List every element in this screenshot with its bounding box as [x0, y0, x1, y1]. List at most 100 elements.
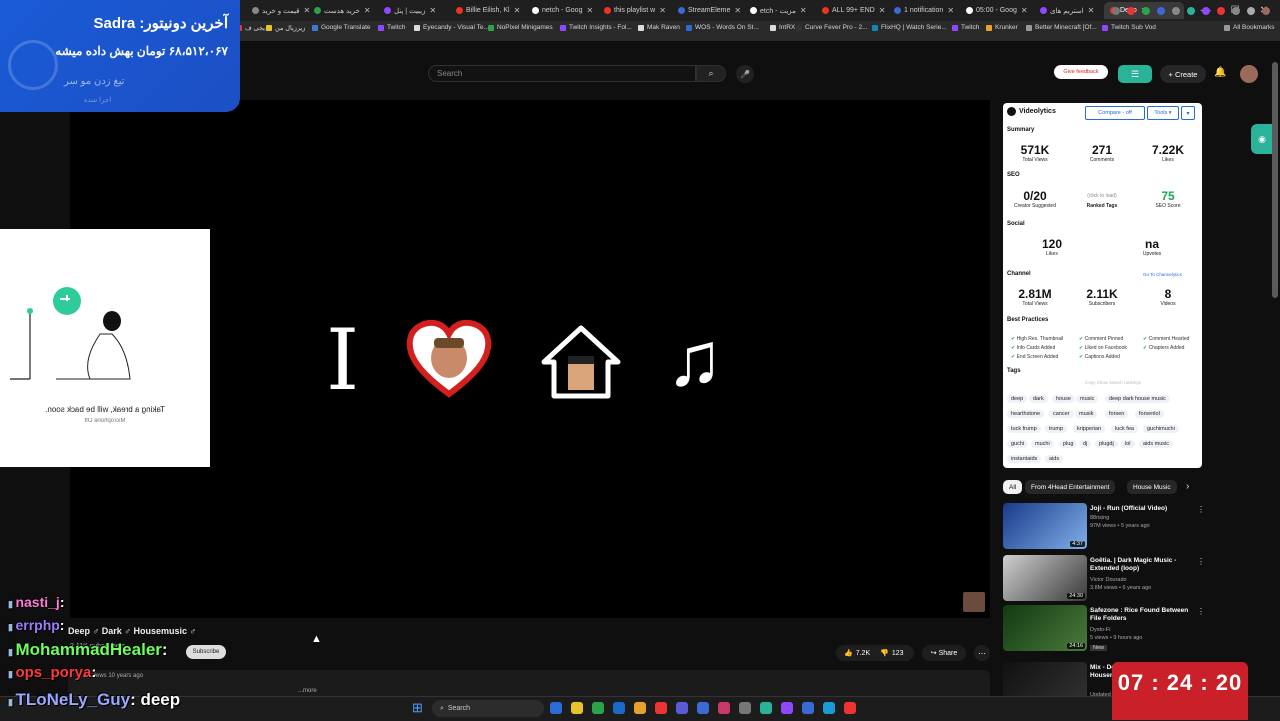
browser-tab[interactable]: استریم های ✕: [1034, 2, 1108, 19]
tag-chip[interactable]: house: [1052, 395, 1075, 403]
bookmark-item[interactable]: Krunker: [986, 24, 1018, 31]
tag-chip[interactable]: aids: [1045, 455, 1064, 463]
bookmark-item[interactable]: Twitch Insights - Fol...: [560, 24, 632, 31]
filter-chip[interactable]: All: [1003, 480, 1023, 494]
give-feedback-button[interactable]: Give feedback: [1054, 65, 1108, 79]
extension-button[interactable]: ☰: [1118, 65, 1152, 83]
tab-close-icon[interactable]: ✕: [947, 6, 954, 15]
video-title[interactable]: Goêtia. | Dark Magic Music - Extended (l…: [1090, 557, 1190, 573]
more-options-icon[interactable]: ⋮: [1197, 607, 1205, 616]
bookmark-item[interactable]: WOS - Words On St...: [686, 24, 759, 31]
tab-close-icon[interactable]: ✕: [659, 6, 666, 15]
like-dislike-button[interactable]: 👍 7.2K 👎 123: [836, 645, 914, 661]
taskbar-app-icon[interactable]: [634, 702, 646, 714]
tags-actions[interactable]: Copy Show search rankings: [1085, 380, 1141, 385]
compare-toggle[interactable]: Compare - off: [1085, 106, 1145, 120]
tab-close-icon[interactable]: ✕: [1088, 6, 1095, 15]
tag-chip[interactable]: musik: [1075, 410, 1098, 418]
tag-chip[interactable]: guchimuchi: [1143, 425, 1179, 433]
bookmark-item[interactable]: Eyecandy - Visual Te...: [414, 24, 489, 31]
bookmark-item[interactable]: Twitch: [952, 24, 979, 31]
tab-close-icon[interactable]: ✕: [364, 6, 371, 15]
goto-channelytics-link[interactable]: Go To Channelytics: [1143, 272, 1182, 277]
tag-chip[interactable]: forsenlol: [1135, 410, 1164, 418]
tag-chip[interactable]: kripperian: [1073, 425, 1106, 433]
browser-tab[interactable]: this playlist w ✕: [598, 2, 676, 19]
taskbar-app-icon[interactable]: [823, 702, 835, 714]
extension-icon[interactable]: [1262, 6, 1270, 15]
tag-chip[interactable]: dark: [1029, 395, 1048, 403]
bookmark-item[interactable]: Twitch Sub Vod: [1102, 24, 1156, 31]
channel-name[interactable]: 88rising: [1090, 515, 1109, 521]
tag-chip[interactable]: guchi: [1007, 440, 1029, 448]
avatar[interactable]: [1240, 65, 1258, 83]
filter-chip[interactable]: House Music: [1127, 480, 1177, 494]
browser-tab[interactable]: ALL 99+ END ✕: [816, 2, 892, 19]
page-scrollbar[interactable]: [1272, 62, 1278, 298]
taskbar-app-icon[interactable]: [718, 702, 730, 714]
videolytics-side-button[interactable]: ◉: [1251, 124, 1273, 154]
channel-name[interactable]: Victor Dourado: [1090, 577, 1127, 583]
taskbar-app-icon[interactable]: [592, 702, 604, 714]
taskbar-app-icon[interactable]: [655, 702, 667, 714]
taskbar-app-icon[interactable]: [571, 702, 583, 714]
bookmark-item[interactable]: Twitch: [378, 24, 405, 31]
bookmark-item[interactable]: Mak Raven: [638, 24, 680, 31]
chips-next-icon[interactable]: ›: [1186, 481, 1189, 492]
taskbar-app-icon[interactable]: [844, 702, 856, 714]
recommended-video[interactable]: 24:16 Safezone : Rice Found Between File …: [1003, 605, 1205, 653]
more-options-icon[interactable]: ⋮: [1197, 557, 1205, 566]
more-actions-button[interactable]: ⋯: [974, 645, 990, 661]
description-more[interactable]: ...more: [298, 688, 317, 694]
tag-chip[interactable]: instantaids: [1007, 455, 1042, 463]
tag-chip[interactable]: aids music: [1139, 440, 1173, 448]
bookmark-item[interactable]: دیجی ف: [236, 24, 268, 32]
video-thumbnail[interactable]: 4:37: [1003, 503, 1087, 549]
tag-chip[interactable]: cancer: [1049, 410, 1074, 418]
browser-tab[interactable]: 05:00 - Goog ✕: [960, 2, 1038, 19]
extension-icon[interactable]: [1157, 6, 1165, 15]
browser-tab[interactable]: زیبیت | پنل ✕: [378, 2, 454, 19]
taskbar-app-icon[interactable]: [781, 702, 793, 714]
bookmark-item[interactable]: Curve Fever Pro - 2...: [796, 24, 868, 31]
taskbar-app-icon[interactable]: [760, 702, 772, 714]
browser-tab[interactable]: خرید هدست ✕: [308, 2, 382, 19]
tab-close-icon[interactable]: ✕: [430, 6, 437, 15]
browser-tab[interactable]: etch - مزیت ✕: [744, 2, 820, 19]
extension-icon[interactable]: [1202, 6, 1210, 15]
stat-ranked-tags[interactable]: (click to load) Ranked Tags: [1070, 193, 1134, 209]
browser-tab[interactable]: netch - Goog ✕: [526, 2, 602, 19]
tag-chip[interactable]: plugdj: [1095, 440, 1118, 448]
browser-tab[interactable]: Billie Eilish, Kl ✕: [450, 2, 530, 19]
video-thumbnail[interactable]: 24:30: [1003, 555, 1087, 601]
browser-tab[interactable]: StreamEleme ✕: [672, 2, 748, 19]
start-icon[interactable]: ⊞: [412, 700, 423, 716]
extension-icon[interactable]: [1187, 6, 1195, 15]
taskbar-app-icon[interactable]: [550, 702, 562, 714]
tag-chip[interactable]: music: [1076, 395, 1099, 403]
search-button[interactable]: ⌕: [696, 65, 726, 82]
tag-chip[interactable]: muchi: [1031, 440, 1054, 448]
bookmark-item[interactable]: Google Translate: [312, 24, 371, 31]
taskbar-app-icon[interactable]: [802, 702, 814, 714]
collapse-chevron-icon[interactable]: ▾: [1181, 106, 1195, 120]
tab-close-icon[interactable]: ✕: [734, 6, 741, 15]
taskbar-app-icon[interactable]: [613, 702, 625, 714]
bookmark-item[interactable]: All Bookmarks: [1224, 24, 1275, 31]
extension-icon[interactable]: [1232, 6, 1240, 15]
filter-chip[interactable]: From 4Head Entertainment: [1025, 480, 1116, 494]
taskbar-app-icon[interactable]: [739, 702, 751, 714]
voice-search-button[interactable]: 🎤: [736, 65, 754, 83]
extension-icon[interactable]: [1112, 6, 1120, 15]
create-button[interactable]: + Create: [1160, 65, 1206, 83]
more-options-icon[interactable]: ⋮: [1197, 505, 1205, 514]
extension-icon[interactable]: [1172, 6, 1180, 15]
tag-chip[interactable]: hearthstone: [1007, 410, 1045, 418]
search-input[interactable]: Search: [428, 65, 696, 82]
bookmark-item[interactable]: NoPixel Minigames: [488, 24, 553, 31]
share-button[interactable]: ↪ Share: [922, 645, 966, 661]
tag-chip[interactable]: lol: [1121, 440, 1135, 448]
tag-chip[interactable]: plug: [1059, 440, 1078, 448]
tab-close-icon[interactable]: ✕: [514, 6, 521, 15]
extension-icon[interactable]: [1142, 6, 1150, 15]
